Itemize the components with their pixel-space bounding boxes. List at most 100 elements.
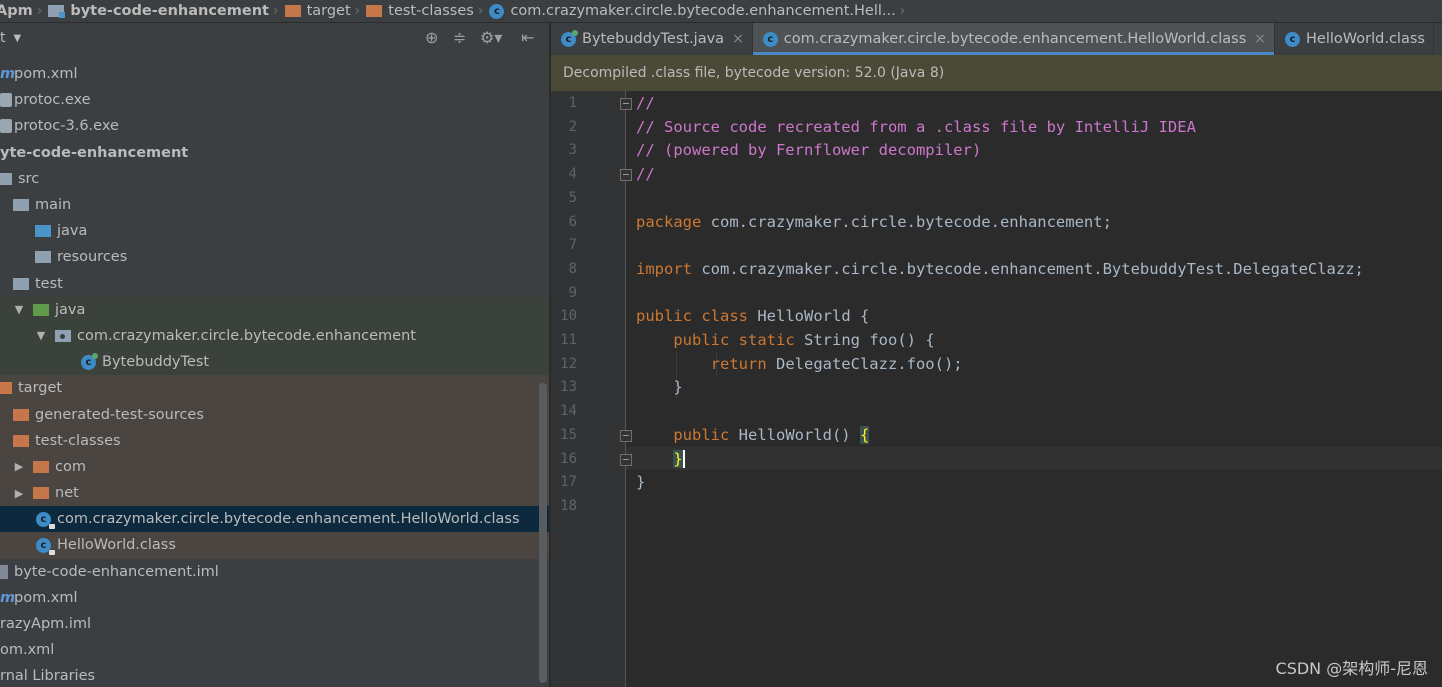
locate-icon[interactable]: ⊕ [425, 29, 438, 47]
project-scrollbar[interactable] [539, 383, 547, 683]
tree-row-helloworld-class-full[interactable]: c com.crazymaker.circle.bytecode.enhance… [0, 506, 549, 533]
navigation-bar: Apm › byte-code-enhancement › target › t… [0, 0, 1442, 23]
tree-row-target[interactable]: target [0, 375, 549, 402]
tree-row-test[interactable]: test [0, 271, 549, 297]
tree-label: target [18, 380, 63, 397]
tree-row-root-pom[interactable]: om.xml [0, 637, 549, 663]
tree-row-src[interactable]: src [0, 166, 549, 192]
crumb-label: test-classes [388, 3, 474, 19]
fold-toggle-icon[interactable] [620, 98, 632, 110]
project-tree: m pom.xml protoc.exe protoc-3.6.exe yte-… [0, 53, 549, 687]
tree-row-module-pom[interactable]: m pom.xml [0, 585, 549, 611]
code-line-10: public class HelloWorld { [636, 305, 869, 329]
tree-label: main [35, 197, 72, 214]
keyword: static [738, 331, 795, 349]
line-number: 15 [560, 426, 577, 443]
keyword: public [673, 425, 730, 444]
line-number: 17 [560, 474, 577, 491]
tree-row-module[interactable]: yte-code-enhancement [0, 140, 549, 166]
tree-row-external-libraries[interactable]: rnal Libraries [0, 663, 549, 687]
line-number: 16 [560, 450, 577, 467]
line-number: 5 [568, 189, 577, 206]
keyword: class [701, 307, 749, 326]
tree-row-package[interactable]: ▼ com.crazymaker.circle.bytecode.enhance… [0, 322, 549, 350]
chevron-right-icon: › [354, 3, 361, 19]
class-icon: c [561, 29, 578, 47]
tree-label: test [35, 275, 63, 292]
crumb-module[interactable]: byte-code-enhancement › [48, 0, 284, 22]
close-icon[interactable]: × [1254, 31, 1266, 47]
tree-row-com[interactable]: ▶ com [0, 453, 549, 480]
crumb-class-file[interactable]: c com.crazymaker.circle.bytecode.enhance… [489, 0, 911, 22]
module-folder-icon [48, 5, 66, 18]
tree-row-protoc-exe[interactable]: protoc.exe [0, 87, 549, 113]
crumb-label: byte-code-enhancement [70, 3, 269, 19]
tree-row-generated-test-sources[interactable]: generated-test-sources [0, 401, 549, 428]
project-panel: t ▼ ⊕ ≑ ⚙▾ ⇤ m pom.xml protoc.exe protoc… [0, 23, 549, 687]
folder-icon [13, 434, 29, 447]
tree-row-main-java[interactable]: java [0, 218, 549, 244]
tree-label: com.crazymaker.circle.bytecode.enhanceme… [77, 327, 416, 344]
line-number: 6 [568, 213, 577, 230]
tab-helloworld-class[interactable]: c HelloWorld.class [1275, 23, 1434, 55]
expand-arrow-icon[interactable]: ▼ [13, 303, 25, 316]
banner-text: Decompiled .class file, bytecode version… [563, 65, 945, 81]
tree-row-module-iml[interactable]: byte-code-enhancement.iml [0, 559, 549, 585]
code-line-4: // [636, 165, 655, 184]
tree-row-net[interactable]: ▶ net [0, 480, 549, 507]
class-icon: c [489, 3, 505, 19]
collapse-all-icon[interactable]: ≑ [453, 29, 466, 47]
chevron-right-icon: › [36, 3, 43, 19]
crumb-test-classes[interactable]: test-classes › [366, 0, 489, 22]
line-number: 8 [568, 260, 577, 277]
line-number: 2 [568, 118, 577, 135]
code-editor[interactable]: 1 2 3 4 5 6 7 8 9 10 11 12 13 14 15 16 17 18 // // Source… [551, 91, 1442, 687]
code-line-17: } [636, 471, 645, 495]
code-line-13: } [636, 376, 683, 400]
tree-row-resources[interactable]: resources [0, 244, 549, 270]
keyword: public [636, 307, 692, 326]
tree-row-test-classes[interactable]: test-classes [0, 427, 549, 454]
collapsed-arrow-icon[interactable]: ▶ [13, 487, 25, 500]
hide-panel-icon[interactable]: ⇤ [521, 29, 534, 47]
code-line-16: } [636, 448, 685, 472]
matched-brace: { [859, 425, 870, 444]
chevron-right-icon: › [477, 3, 484, 19]
tree-row-protoc-3-6-exe[interactable]: protoc-3.6.exe [0, 113, 549, 139]
tab-bytebuddytest-java[interactable]: c BytebuddyTest.java × [551, 23, 753, 55]
dropdown-arrow-icon[interactable]: ▼ [14, 33, 22, 44]
tab-helloworld-class-full[interactable]: c com.crazymaker.circle.bytecode.enhance… [752, 23, 1276, 55]
tree-row-helloworld-class[interactable]: c HelloWorld.class [0, 532, 549, 559]
tree-label: test-classes [35, 432, 121, 449]
chevron-right-icon: › [272, 3, 279, 19]
decompiled-notice-banner: Decompiled .class file, bytecode version… [551, 55, 1442, 91]
tree-row-clipped [0, 53, 549, 61]
code-line-12: return DelegateClazz.foo(); [636, 353, 963, 377]
tree-row-test-java[interactable]: ▼ java [0, 296, 549, 323]
expand-arrow-icon[interactable]: ▼ [35, 329, 47, 342]
line-number: 18 [560, 497, 577, 514]
code-text: HelloWorld { [748, 307, 870, 326]
keyword: import [636, 259, 692, 278]
tab-label: HelloWorld.class [1306, 31, 1425, 47]
crumb-target[interactable]: target › [284, 0, 367, 22]
settings-icon[interactable]: ⚙▾ [480, 29, 502, 47]
tree-label: yte-code-enhancement [0, 144, 189, 161]
fold-toggle-icon[interactable] [620, 169, 632, 181]
code-text: } [673, 378, 683, 397]
exe-icon [0, 93, 12, 108]
crumb-apm[interactable]: Apm › [0, 0, 48, 22]
fold-toggle-icon[interactable] [620, 454, 632, 466]
line-number: 3 [568, 142, 577, 159]
tree-row-main[interactable]: main [0, 192, 549, 218]
tree-label: byte-code-enhancement.iml [14, 563, 219, 580]
close-icon[interactable]: × [732, 31, 744, 47]
tree-row-root-iml[interactable]: razyApm.iml [0, 611, 549, 637]
tree-row-bytebuddytest[interactable]: c BytebuddyTest [0, 349, 549, 376]
tree-label: rnal Libraries [0, 668, 96, 685]
collapsed-arrow-icon[interactable]: ▶ [13, 460, 25, 473]
tree-label: generated-test-sources [35, 406, 204, 423]
tree-row-pom-xml[interactable]: m pom.xml [0, 61, 549, 87]
fold-toggle-icon[interactable] [620, 430, 632, 442]
project-view-selector[interactable]: t [0, 30, 6, 46]
